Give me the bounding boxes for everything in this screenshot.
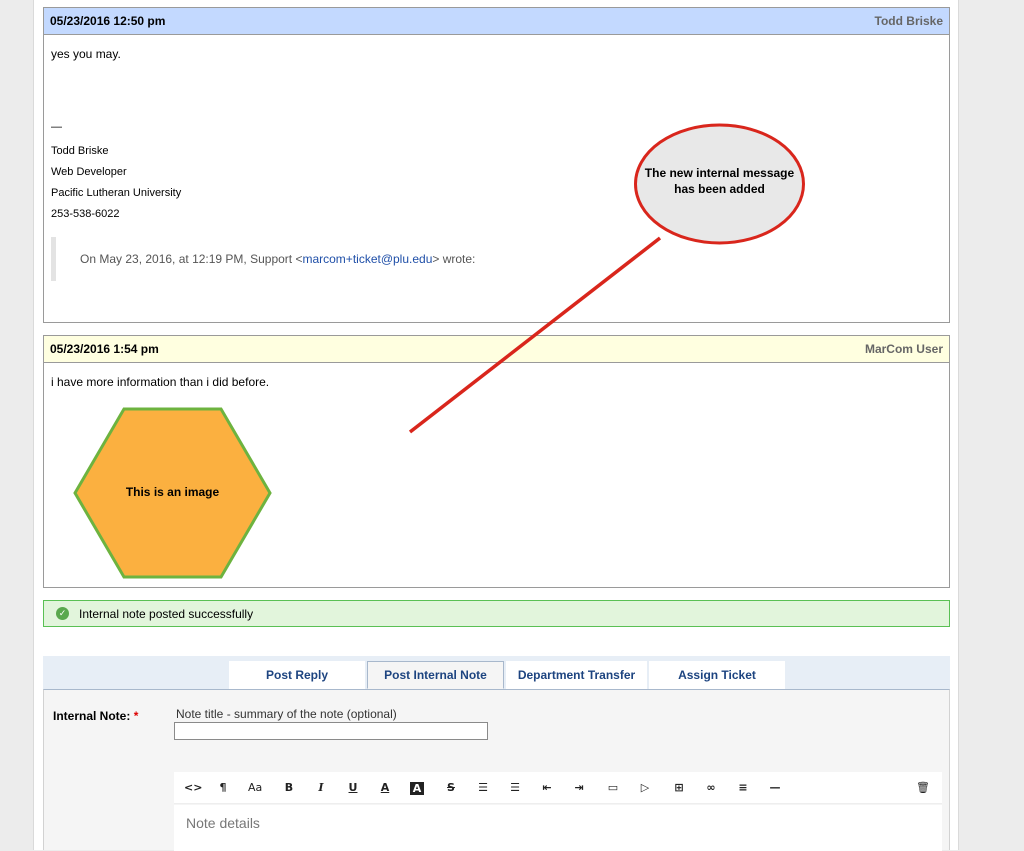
indent-icon[interactable]: ⇥ (572, 780, 586, 796)
tab-department-transfer[interactable]: Department Transfer (506, 661, 647, 689)
quoted-text: On May 23, 2016, at 12:19 PM, Support <m… (51, 237, 942, 281)
hexagon-image: This is an image (73, 407, 272, 579)
note-title-input[interactable] (174, 722, 488, 740)
thread-date: 05/23/2016 12:50 pm (50, 14, 166, 28)
note-title-hint: Note title - summary of the note (option… (176, 707, 397, 721)
ordered-list-icon[interactable]: ☰ (508, 780, 522, 796)
signature-org: Pacific Lutheran University (51, 187, 182, 199)
thread-date: 05/23/2016 1:54 pm (50, 342, 159, 356)
strikethrough-icon[interactable]: S (444, 780, 458, 796)
background-color-icon[interactable]: A (410, 782, 424, 795)
align-icon[interactable]: ≡ (736, 780, 750, 796)
text-color-icon[interactable]: A (378, 780, 392, 796)
signature-phone: 253-538-6022 (51, 208, 120, 220)
signature-title: Web Developer (51, 166, 127, 178)
required-marker: * (133, 709, 139, 723)
quote-suffix: > wrote: (432, 252, 476, 266)
code-view-icon[interactable]: <> (184, 780, 202, 796)
internal-note-label: Internal Note: * (53, 709, 138, 723)
quote-prefix: On May 23, 2016, at 12:19 PM, Support < (80, 252, 303, 266)
tab-post-reply[interactable]: Post Reply (229, 661, 365, 689)
internal-note-form: Internal Note: * Note title - summary of… (43, 689, 950, 851)
horizontal-rule-icon[interactable]: — (768, 780, 782, 796)
response-tabs: Post Reply Post Internal Note Department… (43, 656, 950, 689)
success-alert: ✓ Internal note posted successfully (43, 600, 950, 627)
callout-text: The new internal message has been added (644, 166, 795, 196)
thread-header: 05/23/2016 1:54 pm MarCom User (44, 336, 949, 363)
video-icon[interactable]: ▷ (638, 780, 652, 796)
table-icon[interactable]: ⊞ (672, 780, 686, 796)
unordered-list-icon[interactable]: ☰ (476, 780, 490, 796)
paragraph-icon[interactable]: ¶ (216, 780, 230, 796)
bold-icon[interactable]: B (282, 780, 296, 796)
thread-author: MarCom User (864, 342, 943, 356)
label-text: Internal Note: (53, 709, 131, 723)
signature-separator: — (51, 121, 62, 133)
signature-name: Todd Briske (51, 145, 109, 157)
thread-author: Todd Briske (874, 14, 943, 28)
tab-post-internal-note[interactable]: Post Internal Note (367, 661, 504, 689)
check-circle-icon: ✓ (56, 607, 69, 620)
thread-entry-response: 05/23/2016 12:50 pm Todd Briske yes you … (43, 7, 950, 323)
trash-icon[interactable]: 🗑 (916, 780, 930, 796)
italic-icon[interactable]: I (314, 780, 328, 796)
callout-bubble: The new internal message has been added (633, 123, 806, 245)
image-label: This is an image (125, 485, 220, 499)
tab-assign-ticket[interactable]: Assign Ticket (649, 661, 785, 689)
message-text: i have more information than i did befor… (51, 375, 270, 389)
outdent-icon[interactable]: ⇤ (540, 780, 554, 796)
editor-toolbar: <> ¶ Aa B I U A A S ☰ ☰ ⇤ ⇥ ▭ ▷ ⊞ ∞ ≡ — … (174, 772, 942, 804)
image-icon[interactable]: ▭ (606, 780, 620, 796)
font-size-icon[interactable]: Aa (248, 780, 262, 796)
message-text: yes you may. (51, 47, 121, 61)
alert-text: Internal note posted successfully (79, 606, 254, 621)
thread-header: 05/23/2016 12:50 pm Todd Briske (44, 8, 949, 35)
thread-body: yes you may. — Todd Briske Web Developer… (44, 35, 949, 291)
link-icon[interactable]: ∞ (704, 780, 718, 796)
note-details-editor[interactable]: Note details (174, 805, 942, 851)
underline-icon[interactable]: U (346, 780, 360, 796)
quote-email-link[interactable]: marcom+ticket@plu.edu (302, 252, 432, 266)
thread-body: i have more information than i did befor… (44, 363, 949, 401)
